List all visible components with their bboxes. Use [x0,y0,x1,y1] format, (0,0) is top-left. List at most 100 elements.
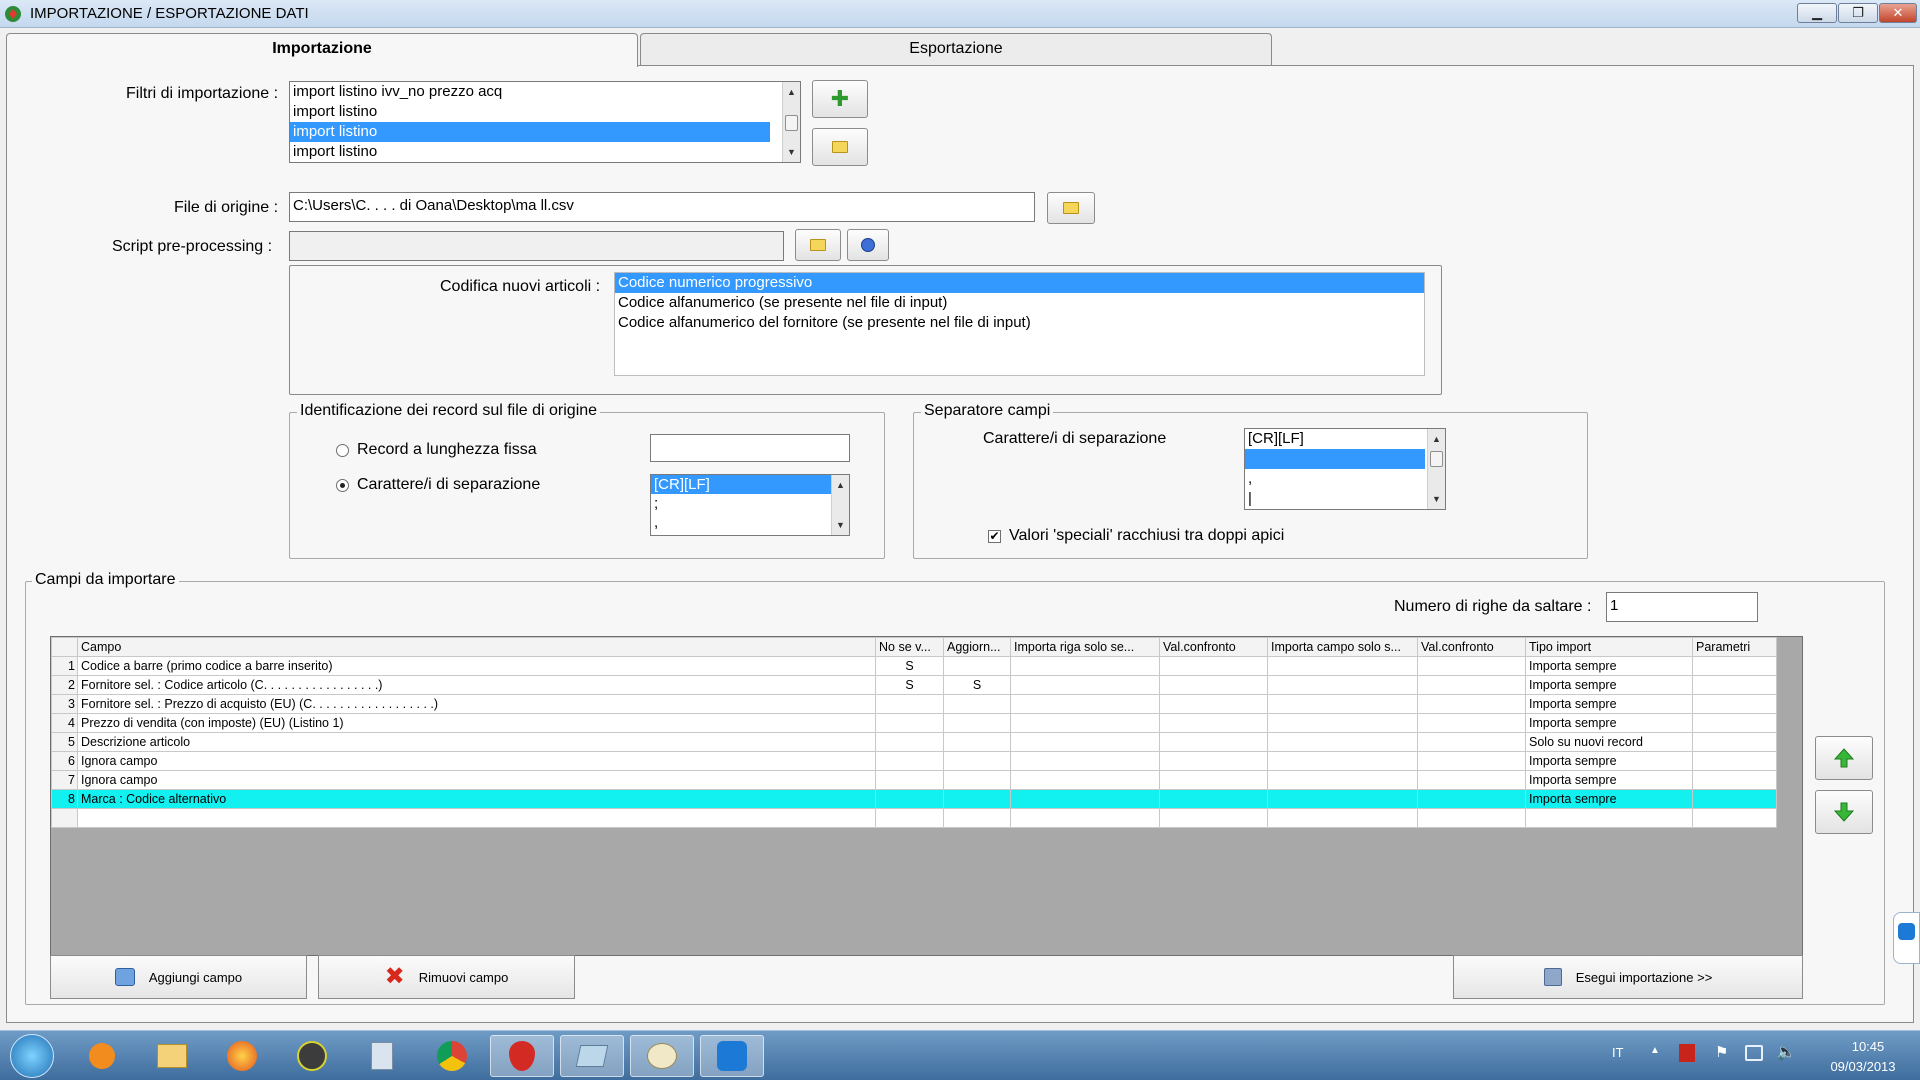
remove-field-button[interactable]: ✖ Rimuovi campo [318,955,575,999]
cell[interactable] [1010,656,1160,676]
cell[interactable] [1159,808,1268,828]
cell[interactable] [1417,789,1526,809]
cell[interactable] [1159,694,1268,714]
browse-script-button[interactable] [795,229,841,261]
cell[interactable] [1267,770,1418,790]
script-input[interactable] [289,231,784,261]
column-header[interactable]: Tipo import [1525,637,1693,657]
table-row[interactable]: 1 Codice a barre (primo codice a barre i… [51,656,1777,676]
cell[interactable] [1692,789,1777,809]
cell-tipo[interactable]: Solo su nuovi record [1525,732,1693,752]
table-row-empty[interactable] [51,808,1777,828]
cell-agg[interactable] [943,694,1011,714]
cell[interactable] [1692,675,1777,695]
cell-tipo[interactable]: Importa sempre [1525,770,1693,790]
tab-esportazione[interactable]: Esportazione [640,33,1272,65]
cell-nosev[interactable]: S [875,675,944,695]
codifica-list[interactable]: Codice numerico progressivo Codice alfan… [614,272,1425,376]
table-row-selected[interactable]: 8 Marca : Codice alternativo Importa sem… [51,789,1777,809]
cell[interactable] [1267,732,1418,752]
taskbar-notes[interactable] [560,1035,624,1077]
cell-tipo[interactable]: Importa sempre [1525,713,1693,733]
cell[interactable] [1010,808,1160,828]
cell-agg[interactable] [943,732,1011,752]
cell[interactable] [1159,713,1268,733]
separator-scrollbar[interactable]: ▲ ▼ [831,475,849,535]
cell[interactable] [943,808,1011,828]
cell[interactable] [1417,732,1526,752]
close-button[interactable]: ✕ [1879,3,1917,23]
run-import-button[interactable]: Esegui importazione >> [1453,955,1803,999]
cell[interactable] [1692,694,1777,714]
cell-tipo[interactable]: Importa sempre [1525,751,1693,771]
codifica-item[interactable]: Codice alfanumerico (se presente nel fil… [615,293,1424,313]
acrobat-icon[interactable] [1679,1044,1695,1062]
cell-campo[interactable]: Codice a barre (primo codice a barre ins… [77,656,876,676]
cell[interactable] [875,808,944,828]
cell[interactable] [1010,713,1160,733]
cell[interactable] [1010,770,1160,790]
add-field-button[interactable]: Aggiungi campo [50,955,307,999]
scroll-up-icon[interactable]: ▲ [1428,431,1445,447]
table-row[interactable]: 2 Fornitore sel. : Codice articolo (C. .… [51,675,1777,695]
start-button[interactable] [10,1034,54,1078]
cell-nosev[interactable] [875,751,944,771]
cell[interactable] [1010,694,1160,714]
cell-agg[interactable]: S [943,675,1011,695]
browse-file-button[interactable] [1047,192,1095,224]
cell-campo[interactable]: Ignora campo [77,770,876,790]
filter-item[interactable]: import listino ivv_no prezzo acq [290,82,800,102]
cell[interactable] [1417,713,1526,733]
codifica-item-selected[interactable]: Codice numerico progressivo [615,273,1424,293]
taskbar-teamviewer[interactable] [700,1035,764,1077]
title-bar[interactable]: IMPORTAZIONE / ESPORTAZIONE DATI ▁ ❐ ✕ [0,0,1920,28]
cell-nosev[interactable] [875,713,944,733]
cell-campo[interactable]: Marca : Codice alternativo [77,789,876,809]
taskbar-paint[interactable] [630,1035,694,1077]
file-origin-input[interactable]: C:\Users\C. . . . di Oana\Desktop\ma ll.… [289,192,1035,222]
scroll-down-icon[interactable]: ▼ [832,517,849,533]
taskbar-firefox[interactable] [210,1035,274,1077]
cell-campo[interactable]: Fornitore sel. : Prezzo di acquisto (EU)… [77,694,876,714]
radio-separator[interactable] [336,479,349,492]
cell-campo[interactable]: Prezzo di vendita (con imposte) (EU) (Li… [77,713,876,733]
volume-icon[interactable]: 🔈 [1776,1042,1796,1062]
network-icon[interactable] [1745,1045,1763,1061]
teamviewer-side-tab[interactable] [1893,912,1920,964]
taskbar-chrome[interactable] [420,1035,484,1077]
table-row[interactable]: 6 Ignora campo Importa sempre [51,751,1777,771]
table-row[interactable]: 3 Fornitore sel. : Prezzo di acquisto (E… [51,694,1777,714]
column-header[interactable]: Importa riga solo se... [1010,637,1160,657]
clock-time[interactable]: 10:45 [1838,1039,1898,1054]
field-separator-list[interactable]: [CR][LF] , | ▲ ▼ [1244,428,1446,510]
cell[interactable] [77,808,876,828]
cell-tipo[interactable]: Importa sempre [1525,675,1693,695]
cell-tipo[interactable]: Importa sempre [1525,656,1693,676]
field-sep-item[interactable]: , [1245,469,1445,489]
scroll-thumb[interactable] [785,115,798,131]
cell-campo[interactable]: Ignora campo [77,751,876,771]
cell-nosev[interactable] [875,770,944,790]
language-indicator[interactable]: IT [1612,1045,1624,1060]
restore-button[interactable]: ❐ [1838,3,1878,23]
codifica-item[interactable]: Codice alfanumerico del fornitore (se pr… [615,313,1424,333]
cell[interactable] [1159,789,1268,809]
field-sep-item[interactable]: [CR][LF] [1245,429,1445,449]
column-header[interactable]: Parametri [1692,637,1777,657]
filter-item[interactable]: import listino [290,102,800,122]
flag-icon[interactable]: ⚑ [1715,1043,1728,1061]
add-filter-button[interactable]: ✚ [812,80,868,118]
cell[interactable] [1417,675,1526,695]
cell[interactable] [1267,694,1418,714]
tab-importazione[interactable]: Importazione [6,33,638,67]
cell-tipo[interactable]: Importa sempre [1525,789,1693,809]
cell[interactable] [1267,751,1418,771]
cell[interactable] [1159,770,1268,790]
cell[interactable] [1525,808,1693,828]
cell[interactable] [1692,808,1777,828]
taskbar-media-player[interactable] [70,1035,134,1077]
cell[interactable] [1417,656,1526,676]
radio-fixed-length[interactable] [336,444,349,457]
cell[interactable] [1267,789,1418,809]
fixed-length-input[interactable] [650,434,850,462]
